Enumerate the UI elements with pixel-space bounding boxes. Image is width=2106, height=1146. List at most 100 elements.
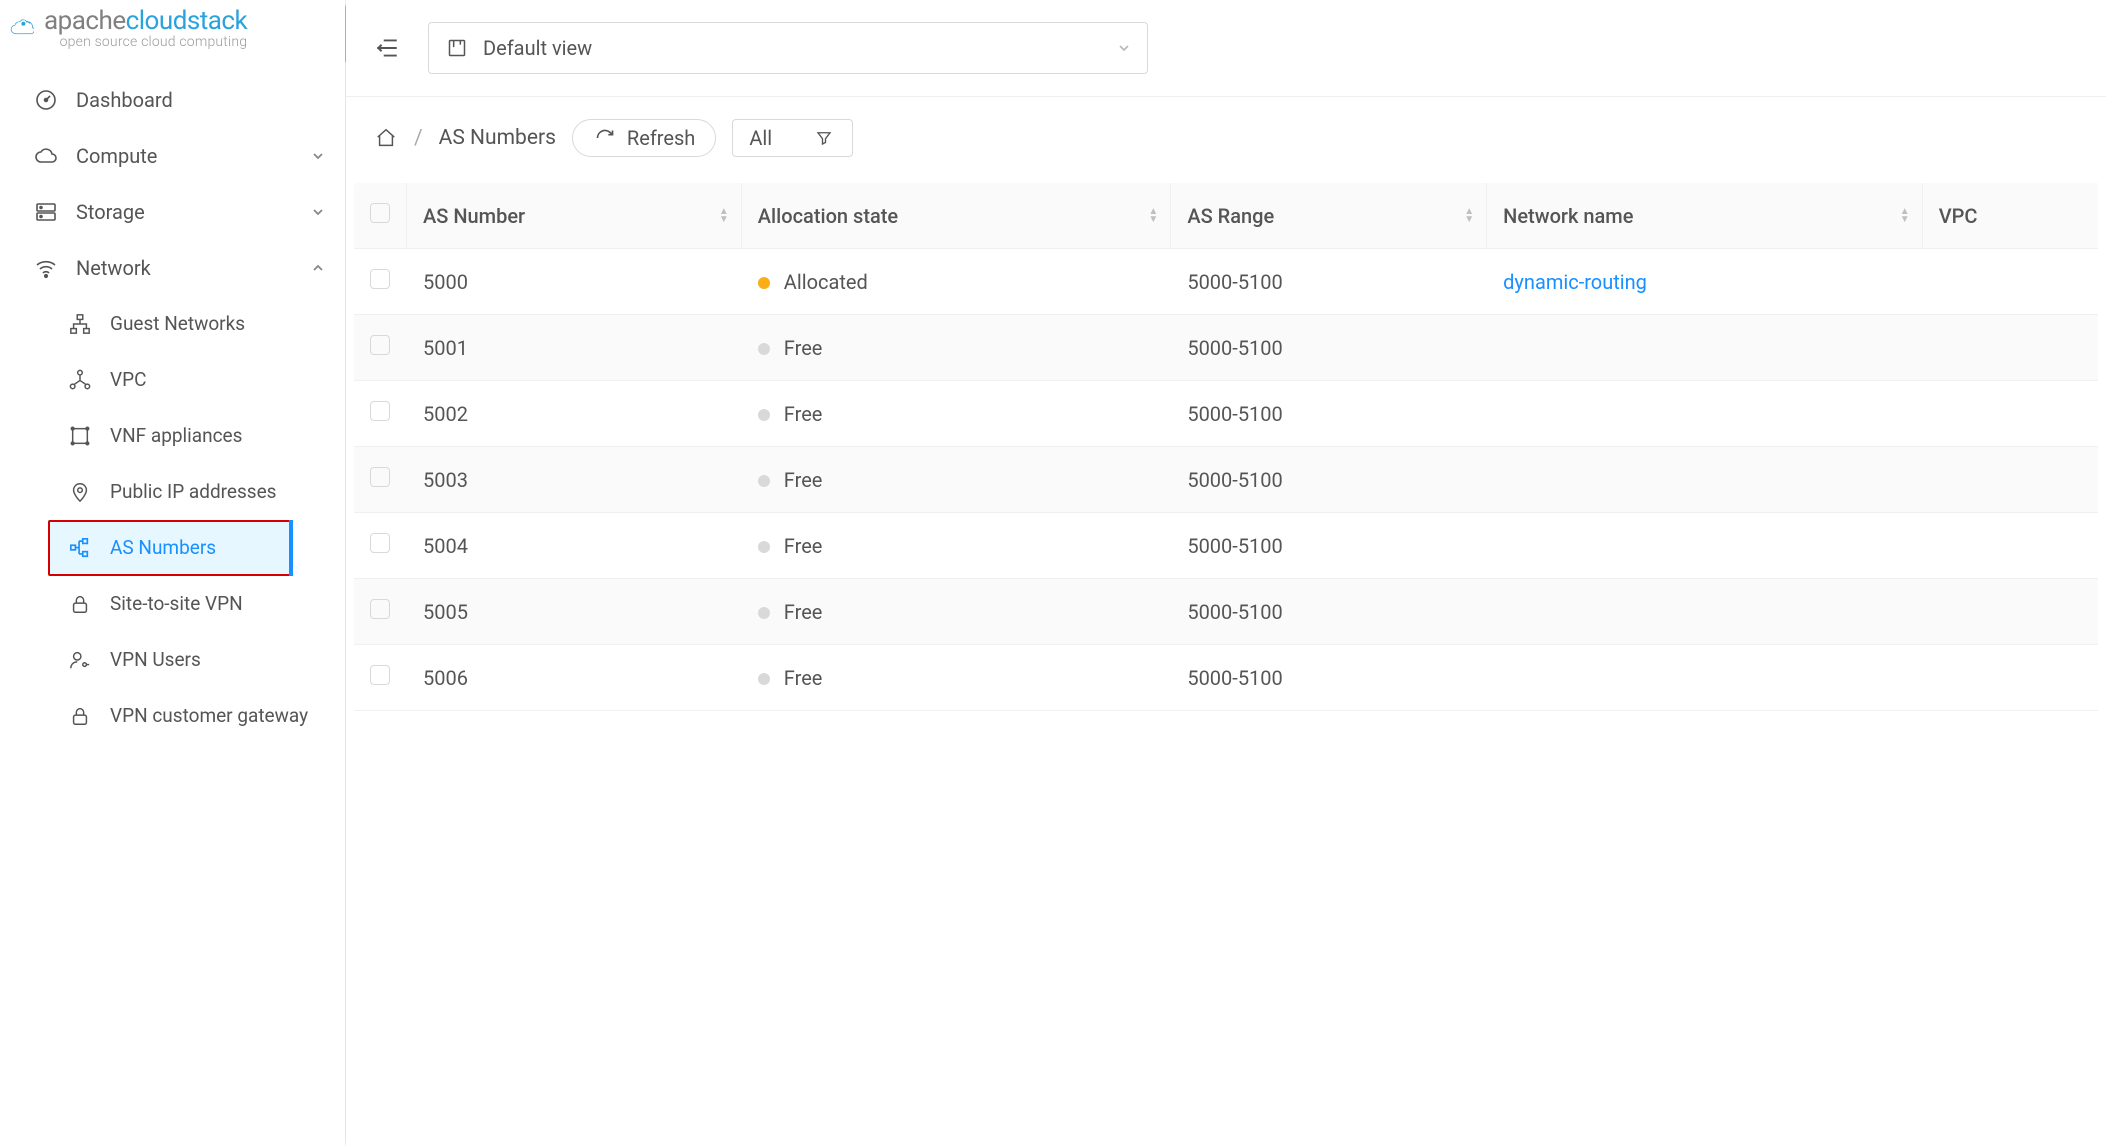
sidebar-item-s2s-vpn[interactable]: Site-to-site VPN: [0, 576, 345, 632]
logo-text-cloudstack: cloudstack: [126, 6, 248, 36]
sidebar-item-vpn-customer-gateway[interactable]: VPN customer gateway: [0, 688, 345, 744]
row-checkbox[interactable]: [370, 467, 390, 487]
hierarchy-icon: [68, 536, 92, 560]
col-vpc[interactable]: VPC: [1923, 183, 2098, 249]
sort-icon: ▲▼: [1464, 208, 1474, 224]
cell-as-number: 5005: [407, 579, 742, 645]
main: Default view / AS Numbers Refresh All: [346, 0, 2106, 1146]
cell-vpc: [1923, 579, 2098, 645]
select-all-checkbox[interactable]: [370, 203, 390, 223]
sidebar-item-public-ip[interactable]: Public IP addresses: [0, 464, 345, 520]
vpc-icon: [68, 368, 92, 392]
sidebar-label: VNF appliances: [110, 424, 242, 447]
sidebar-item-as-numbers[interactable]: AS Numbers: [48, 520, 293, 576]
row-checkbox[interactable]: [370, 335, 390, 355]
status-dot-icon: [758, 343, 770, 355]
status-dot-icon: [758, 409, 770, 421]
sidebar-item-storage[interactable]: Storage: [0, 184, 345, 240]
sidebar-label: Network: [76, 256, 151, 280]
table-row: 5006Free5000-5100: [354, 645, 2098, 711]
cloudstack-logo-icon: [10, 17, 34, 41]
sidebar-item-compute[interactable]: Compute: [0, 128, 345, 184]
refresh-button[interactable]: Refresh: [572, 119, 716, 157]
row-checkbox[interactable]: [370, 401, 390, 421]
sort-icon: ▲▼: [1148, 208, 1158, 224]
sidebar-item-vpn-users[interactable]: VPN Users: [0, 632, 345, 688]
cell-network-name: [1487, 315, 1923, 381]
wifi-icon: [34, 256, 58, 280]
cell-as-range: 5000-5100: [1171, 381, 1487, 447]
cell-as-range: 5000-5100: [1171, 513, 1487, 579]
row-checkbox[interactable]: [370, 269, 390, 289]
logo[interactable]: apachecloudstack open source cloud compu…: [0, 0, 345, 54]
cell-allocation-state: Free: [742, 645, 1172, 711]
table-row: 5001Free5000-5100: [354, 315, 2098, 381]
as-numbers-table: AS Number▲▼ Allocation state▲▼ AS Range▲…: [354, 183, 2098, 711]
sidebar-item-dashboard[interactable]: Dashboard: [0, 72, 345, 128]
collapse-sidebar-button[interactable]: [370, 33, 404, 63]
nav-sub-network: Guest Networks VPC VNF appliances: [0, 296, 345, 744]
cell-as-range: 5000-5100: [1171, 315, 1487, 381]
sidebar-label: Public IP addresses: [110, 480, 277, 503]
project-icon: [445, 36, 469, 60]
nav: Dashboard Compute Storage: [0, 54, 345, 744]
logo-subtitle: open source cloud computing: [44, 35, 247, 50]
col-as-range[interactable]: AS Range▲▼: [1171, 183, 1487, 249]
lock-icon: [68, 704, 92, 728]
filter-icon: [812, 126, 836, 150]
topbar: Default view: [346, 0, 2106, 97]
row-checkbox[interactable]: [370, 599, 390, 619]
network-link[interactable]: dynamic-routing: [1503, 270, 1647, 294]
cell-as-number: 5002: [407, 381, 742, 447]
view-select[interactable]: Default view: [428, 22, 1148, 74]
breadcrumb: / AS Numbers Refresh All: [346, 97, 2106, 165]
user-key-icon: [68, 648, 92, 672]
sidebar-item-vpc[interactable]: VPC: [0, 352, 345, 408]
status-dot-icon: [758, 607, 770, 619]
row-checkbox[interactable]: [370, 533, 390, 553]
sort-icon: ▲▼: [1900, 208, 1910, 224]
col-as-number[interactable]: AS Number▲▼: [407, 183, 742, 249]
appliance-icon: [68, 424, 92, 448]
status-dot-icon: [758, 673, 770, 685]
row-checkbox[interactable]: [370, 665, 390, 685]
table-row: 5003Free5000-5100: [354, 447, 2098, 513]
cell-allocation-state: Free: [742, 579, 1172, 645]
sidebar-item-guest-networks[interactable]: Guest Networks: [0, 296, 345, 352]
sidebar-label: Dashboard: [76, 88, 173, 112]
status-dot-icon: [758, 277, 770, 289]
cell-vpc: [1923, 249, 2098, 315]
lock-icon: [68, 592, 92, 616]
home-icon[interactable]: [374, 126, 398, 150]
cloud-icon: [34, 144, 58, 168]
cell-allocation-state: Free: [742, 315, 1172, 381]
cell-as-range: 5000-5100: [1171, 579, 1487, 645]
cell-allocation-state: Free: [742, 447, 1172, 513]
cell-as-number: 5001: [407, 315, 742, 381]
sidebar-item-network[interactable]: Network: [0, 240, 345, 296]
location-pin-icon: [68, 480, 92, 504]
sidebar-label: Compute: [76, 144, 157, 168]
filter-select[interactable]: All: [732, 119, 853, 157]
cell-as-range: 5000-5100: [1171, 447, 1487, 513]
table-row: 5004Free5000-5100: [354, 513, 2098, 579]
sidebar-label: Site-to-site VPN: [110, 592, 243, 615]
col-allocation-state[interactable]: Allocation state▲▼: [742, 183, 1172, 249]
view-select-label: Default view: [483, 36, 592, 60]
sidebar-item-vnf[interactable]: VNF appliances: [0, 408, 345, 464]
storage-icon: [34, 200, 58, 224]
col-network-name[interactable]: Network name▲▼: [1487, 183, 1923, 249]
refresh-label: Refresh: [627, 126, 695, 150]
chevron-down-icon: [311, 149, 325, 163]
logo-text-apache: apache: [44, 6, 126, 36]
cell-network-name: [1487, 579, 1923, 645]
table-row: 5005Free5000-5100: [354, 579, 2098, 645]
sidebar-label: VPC: [110, 368, 146, 391]
network-tree-icon: [68, 312, 92, 336]
sidebar-label: Guest Networks: [110, 312, 245, 335]
cell-allocation-state: Free: [742, 381, 1172, 447]
cell-vpc: [1923, 447, 2098, 513]
chevron-down-icon: [311, 205, 325, 219]
chevron-down-icon: [1117, 41, 1131, 55]
cell-network-name: dynamic-routing: [1487, 249, 1923, 315]
